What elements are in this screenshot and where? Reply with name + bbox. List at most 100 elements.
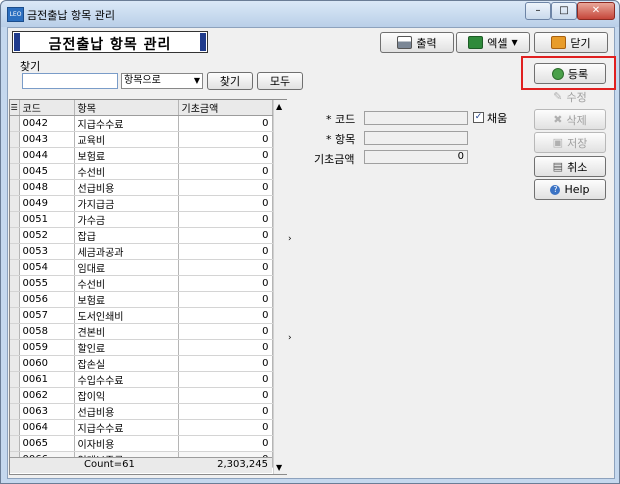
table-row[interactable]: 0059 할인료 0 [10, 339, 273, 356]
register-highlight-box [521, 56, 616, 90]
row-amount: 0 [178, 131, 273, 148]
search-input[interactable] [22, 73, 118, 89]
table-header-row: ☰ 코드 항목 기초금액 [10, 100, 273, 116]
scroll-down-icon[interactable]: ▼ [276, 463, 282, 472]
row-indicator [10, 227, 20, 244]
row-item: 보험료 [74, 291, 179, 308]
column-header-code[interactable]: 코드 [19, 100, 75, 116]
search-mode-value: 항목으로 [124, 75, 161, 86]
table-row[interactable]: 0060 잡손실 0 [10, 355, 273, 372]
row-indicator [10, 115, 20, 132]
row-indicator [10, 259, 20, 276]
row-indicator [10, 131, 20, 148]
table-row[interactable]: 0065 이자비용 0 [10, 435, 273, 452]
table-row[interactable]: 0054 임대료 0 [10, 259, 273, 276]
scroll-up-icon[interactable]: ▲ [276, 102, 282, 111]
items-grid[interactable]: ☰ 코드 항목 기초금액 0042 지급수수료 0 0043 교육비 0 0044 보험료 0 0… [9, 99, 287, 475]
table-row[interactable]: 0045 수선비 0 [10, 163, 273, 180]
item-label: * 항목 [326, 133, 356, 146]
title-bar: LEO 금전출납 항목 관리 – □ ✕ [1, 1, 619, 27]
table-row[interactable]: 0043 교육비 0 [10, 131, 273, 148]
modify-label: 수정 [566, 90, 587, 104]
show-all-button[interactable]: 모두 [257, 72, 303, 90]
row-indicator [10, 291, 20, 308]
help-icon: ? [550, 184, 561, 195]
code-label: * 코드 [326, 113, 356, 126]
app-window: LEO 금전출납 항목 관리 – □ ✕ 금전출납 항목 관리 출력 엑셀 ▼ … [0, 0, 620, 484]
auto-fill-checkbox[interactable]: ✓ [473, 112, 484, 123]
table-row[interactable]: 0049 가지급금 0 [10, 195, 273, 212]
help-button[interactable]: ? Help [534, 179, 606, 200]
chevron-down-icon: ▼ [193, 76, 200, 85]
amount-field[interactable]: 0 [364, 150, 468, 164]
table-row[interactable]: 0064 지급수수료 0 [10, 419, 273, 436]
search-mode-select[interactable]: 항목으로 ▼ [121, 73, 203, 89]
row-indicator [10, 211, 20, 228]
close-button[interactable]: 닫기 [534, 32, 608, 53]
row-item: 수선비 [74, 163, 179, 180]
item-field[interactable] [364, 131, 468, 145]
row-code: 0063 [19, 403, 75, 420]
row-indicator [10, 371, 20, 388]
printer-icon [397, 36, 413, 49]
row-code: 0065 [19, 435, 75, 452]
page-title: 금전출납 항목 관리 [48, 37, 172, 53]
table-row[interactable]: 0057 도서인쇄비 0 [10, 307, 273, 324]
grid-scrollbar[interactable]: ▲ ▼ [273, 100, 287, 474]
row-indicator [10, 275, 20, 292]
row-amount: 0 [178, 291, 273, 308]
row-indicator [10, 387, 20, 404]
table-row[interactable]: 0062 잡이익 0 [10, 387, 273, 404]
row-code: 0057 [19, 307, 75, 324]
find-button[interactable]: 찾기 [207, 72, 253, 90]
row-code: 0064 [19, 419, 75, 436]
table-row[interactable]: 0042 지급수수료 0 [10, 115, 273, 132]
row-amount: 0 [178, 147, 273, 164]
table-row[interactable]: 0051 가수금 0 [10, 211, 273, 228]
table-row[interactable]: 0058 견본비 0 [10, 323, 273, 340]
edit-icon: ✎ [553, 90, 563, 103]
save-icon: ▣ [552, 136, 564, 149]
grid-menu-icon[interactable]: ☰ [10, 100, 20, 116]
delete-button[interactable]: ✖ 삭제 [534, 109, 606, 130]
table-row[interactable]: 0063 선급비용 0 [10, 403, 273, 420]
row-code: 0060 [19, 355, 75, 372]
minimize-button[interactable]: – [525, 2, 551, 20]
table-row[interactable]: 0044 보험료 0 [10, 147, 273, 164]
save-button[interactable]: ▣ 저장 [534, 132, 606, 153]
table-row[interactable]: 0053 세금과공과 0 [10, 243, 273, 260]
maximize-button[interactable]: □ [551, 2, 577, 20]
row-item: 잡급 [74, 227, 179, 244]
cancel-button[interactable]: ▤ 취소 [534, 156, 606, 177]
row-item: 잡손실 [74, 355, 179, 372]
table-row[interactable]: 0052 잡급 0 [10, 227, 273, 244]
expand-right-icon[interactable]: › [288, 333, 292, 343]
row-item: 도서인쇄비 [74, 307, 179, 324]
row-code: 0059 [19, 339, 75, 356]
print-button[interactable]: 출력 [380, 32, 454, 53]
expand-right-icon[interactable]: › [288, 234, 292, 244]
close-window-button[interactable]: ✕ [577, 2, 615, 20]
row-indicator [10, 243, 20, 260]
table-row[interactable]: 0061 수입수수료 0 [10, 371, 273, 388]
excel-button[interactable]: 엑셀 ▼ [456, 32, 530, 53]
column-header-amount[interactable]: 기초금액 [178, 100, 273, 116]
code-field[interactable] [364, 111, 468, 125]
row-indicator [10, 339, 20, 356]
row-indicator [10, 323, 20, 340]
row-amount: 0 [178, 307, 273, 324]
cancel-icon: ▤ [552, 160, 564, 173]
row-item: 이자비용 [74, 435, 179, 452]
row-item: 견본비 [74, 323, 179, 340]
grid-footer: Count=61 2,303,245 [10, 457, 272, 473]
row-item: 수입수수료 [74, 371, 179, 388]
row-item: 임대료 [74, 259, 179, 276]
table-row[interactable]: 0048 선급비용 0 [10, 179, 273, 196]
table-row[interactable]: 0055 수선비 0 [10, 275, 273, 292]
table-row[interactable]: 0056 보험료 0 [10, 291, 273, 308]
column-header-item[interactable]: 항목 [74, 100, 179, 116]
amount-label: 기초금액 [314, 153, 355, 166]
row-amount: 0 [178, 211, 273, 228]
row-item: 선급비용 [74, 403, 179, 420]
row-code: 0052 [19, 227, 75, 244]
